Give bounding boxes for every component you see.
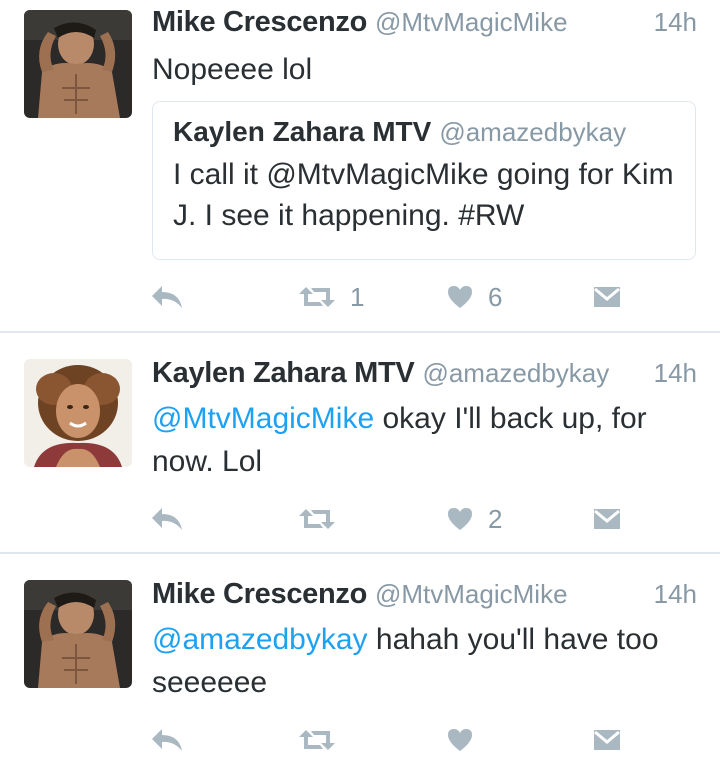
reply-icon — [152, 729, 182, 751]
author-handle[interactable]: @amazedbykay — [422, 358, 609, 389]
reply-button[interactable] — [150, 277, 184, 317]
timestamp[interactable]: 14h — [654, 579, 697, 610]
tweet-actions: 2 — [150, 499, 630, 539]
avatar-photo — [24, 580, 132, 688]
direct-message-button[interactable] — [592, 720, 622, 760]
mention-link[interactable]: @amazedbykay — [152, 623, 368, 656]
retweet-icon — [299, 509, 335, 529]
quoted-tweet-text: I call it @MtvMagicMike going for Kim J.… — [173, 158, 674, 232]
tweet-actions: 1 6 — [150, 277, 630, 317]
author-name[interactable]: Mike Crescenzo — [152, 578, 367, 611]
tweet: Mike Crescenzo @MtvMagicMike 14h @amazed… — [0, 554, 720, 769]
tweet-actions — [150, 720, 630, 760]
tweet-text: @amazedbykay hahah you'll have too seeee… — [152, 618, 702, 704]
retweet-button[interactable] — [298, 720, 350, 760]
tweet: Mike Crescenzo @MtvMagicMike 14h Nopeeee… — [0, 0, 720, 333]
reply-button[interactable] — [150, 499, 184, 539]
reply-button[interactable] — [150, 720, 184, 760]
direct-message-button[interactable] — [592, 277, 622, 317]
timestamp[interactable]: 14h — [654, 358, 697, 389]
author-handle[interactable]: @MtvMagicMike — [375, 579, 568, 610]
author-name[interactable]: Mike Crescenzo — [152, 6, 367, 39]
tweet-header: Mike Crescenzo @MtvMagicMike 14h — [152, 6, 697, 42]
author-name[interactable]: Kaylen Zahara MTV — [152, 357, 415, 390]
reply-icon — [152, 286, 182, 308]
retweet-icon — [299, 730, 335, 750]
like-button[interactable] — [446, 720, 488, 760]
avatar[interactable] — [24, 359, 132, 467]
retweet-button[interactable]: 1 — [298, 277, 364, 317]
reply-icon — [152, 508, 182, 530]
quoted-author-name: Kaylen Zahara MTV — [173, 116, 432, 147]
retweet-count: 1 — [350, 281, 365, 312]
heart-icon — [448, 729, 472, 751]
retweet-button[interactable] — [298, 499, 350, 539]
direct-message-icon — [594, 730, 620, 750]
tweet-header: Mike Crescenzo @MtvMagicMike 14h — [152, 578, 697, 614]
direct-message-button[interactable] — [592, 499, 622, 539]
heart-icon — [448, 508, 472, 530]
tweet-text: @MtvMagicMike okay I'll back up, for now… — [152, 397, 702, 483]
timestamp[interactable]: 14h — [654, 7, 697, 38]
mention-link[interactable]: @MtvMagicMike — [152, 402, 374, 435]
direct-message-icon — [594, 509, 620, 529]
like-count: 2 — [488, 503, 503, 534]
heart-icon — [448, 286, 472, 308]
quoted-author-handle: @amazedbykay — [439, 117, 627, 147]
tweet-header: Kaylen Zahara MTV @amazedbykay 14h — [152, 357, 697, 393]
avatar[interactable] — [24, 10, 132, 118]
avatar[interactable] — [24, 580, 132, 688]
quoted-tweet[interactable]: Kaylen Zahara MTV @amazedbykay I call it… — [152, 101, 696, 260]
direct-message-icon — [594, 287, 620, 307]
avatar-photo — [24, 359, 132, 467]
like-count: 6 — [488, 281, 503, 312]
retweet-icon — [299, 287, 335, 307]
tweet: Kaylen Zahara MTV @amazedbykay 14h @MtvM… — [0, 333, 720, 554]
like-button[interactable]: 6 — [446, 277, 502, 317]
tweet-text: Nopeeee lol — [152, 53, 313, 86]
like-button[interactable]: 2 — [446, 499, 502, 539]
author-handle[interactable]: @MtvMagicMike — [375, 7, 568, 38]
avatar-photo — [24, 10, 132, 118]
